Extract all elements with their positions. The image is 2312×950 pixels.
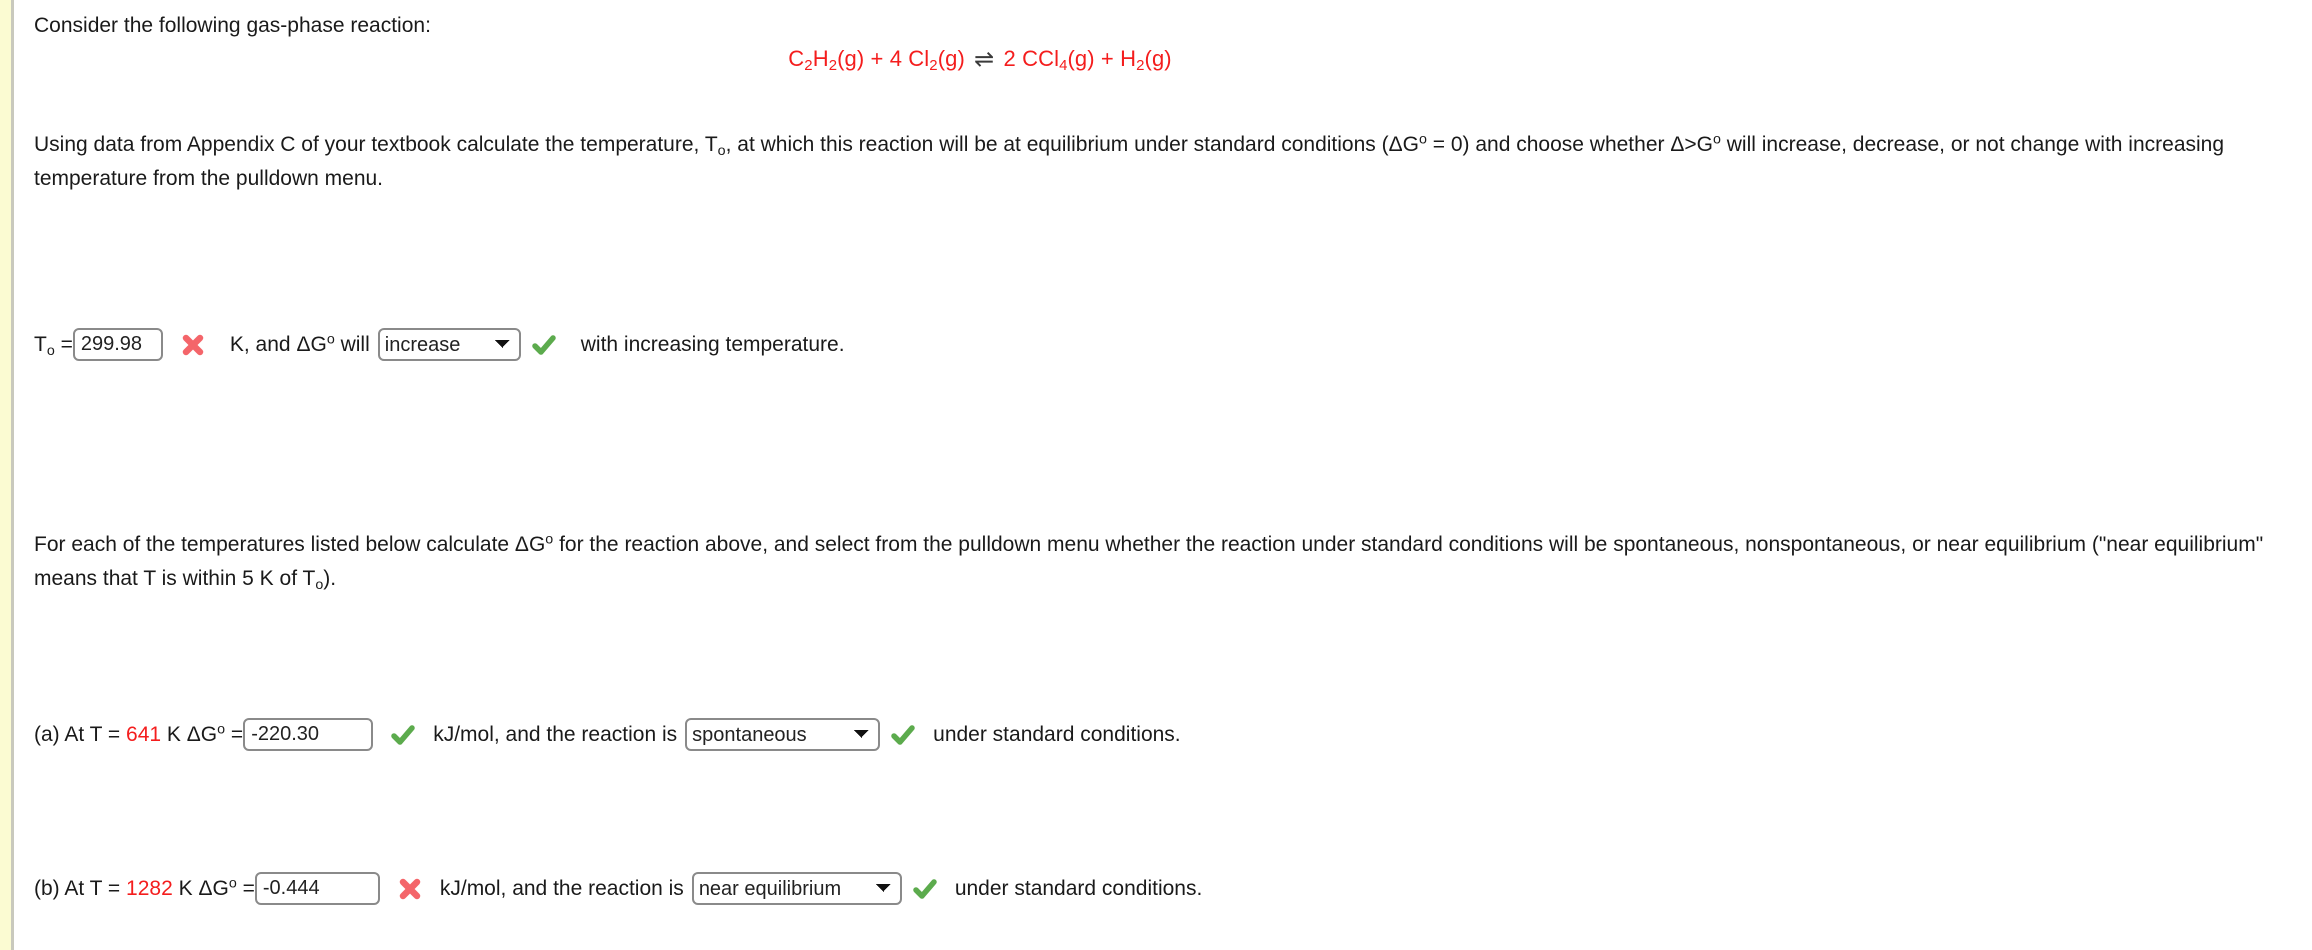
prompt-1-subscript: o — [717, 142, 726, 159]
t0-incorrect-icon — [178, 330, 208, 360]
row-a-select-correct-icon — [888, 720, 918, 750]
delta-g-a-input[interactable] — [243, 718, 374, 751]
row-a-temperature: 641 — [126, 722, 162, 746]
prompt-1-segment-b: , at which this reaction will be at equi… — [725, 133, 1389, 156]
prompt-1-degree: o — [1418, 131, 1427, 148]
prompt-1-delta-g: ΔG — [1388, 133, 1419, 156]
t0-label: To = — [34, 332, 73, 359]
row-b-select-correct-icon — [910, 874, 940, 904]
row-b-temperature: 1282 — [126, 876, 173, 900]
question-prompt-2: For each of the temperatures listed belo… — [34, 528, 2304, 596]
equation-plus-2: + — [1100, 46, 1114, 71]
left-margin-band — [0, 0, 11, 950]
equation-plus-1: + — [870, 46, 884, 71]
prompt-2-segment-a: For each of the temperatures listed belo… — [34, 533, 515, 556]
row-b-tail-text: under standard conditions. — [954, 876, 1203, 900]
question-page: Consider the following gas-phase reactio… — [14, 0, 2312, 950]
prompt-2-segment-c: ). — [323, 567, 337, 591]
answer-row-b: (b) At T = 1282 K ΔGo = kJ/mol, and the … — [34, 872, 1202, 905]
equilibrium-arrow-icon: ⇌ — [974, 46, 995, 73]
chemical-equation: C2H2(g) + 4 Cl2(g) ⇌ 2 CCl4(g) + H2(g) — [14, 44, 1946, 73]
t0-trend-correct-icon — [529, 330, 559, 360]
row-b-mid-text: kJ/mol, and the reaction is — [439, 876, 684, 900]
answer-row-a: (a) At T = 641 K ΔGo = kJ/mol, and the r… — [34, 718, 1181, 751]
t0-input[interactable] — [72, 328, 163, 361]
question-prompt-1: Using data from Appendix C of your textb… — [34, 128, 2304, 196]
prompt-1-delta-gt-g: Δ>G — [1670, 133, 1713, 156]
equation-product-2: H2(g) — [1120, 46, 1172, 75]
prompt-2-delta-g: ΔG — [514, 533, 546, 556]
answer-row-t0: To = K, and ΔGo will increase with incre… — [34, 328, 845, 361]
row-a-tail-text: under standard conditions. — [933, 722, 1181, 746]
row-b-incorrect-icon — [395, 874, 425, 904]
prompt-1-segment-a: Using data from Appendix C of your textb… — [34, 133, 718, 156]
spontaneity-a-select[interactable]: spontaneous — [685, 718, 881, 751]
row-b-label: (b) At T = 1282 K ΔGo = — [34, 875, 255, 900]
equation-reactant-2: 4 Cl2(g) — [889, 46, 965, 75]
delta-g-trend-select[interactable]: increase — [377, 328, 521, 361]
equation-product-1: 2 CCl4(g) — [1003, 46, 1095, 75]
prompt-1-degree-2: o — [1712, 131, 1721, 148]
spontaneity-b-select[interactable]: near equilibrium — [691, 872, 902, 905]
delta-g-b-input[interactable] — [254, 872, 380, 905]
row-a-mid-text: kJ/mol, and the reaction is — [433, 722, 678, 746]
intro-text: Consider the following gas-phase reactio… — [34, 14, 431, 37]
t0-mid-text: K, and ΔGo will — [229, 331, 370, 356]
row-a-correct-icon — [388, 720, 418, 750]
prompt-1-segment-c: = 0) and choose whether — [1426, 133, 1671, 156]
row-a-label: (a) At T = 641 K ΔGo = — [34, 721, 244, 746]
t0-tail-text: with increasing temperature. — [580, 332, 845, 356]
equation-reactant-1: C2H2(g) — [788, 46, 865, 75]
